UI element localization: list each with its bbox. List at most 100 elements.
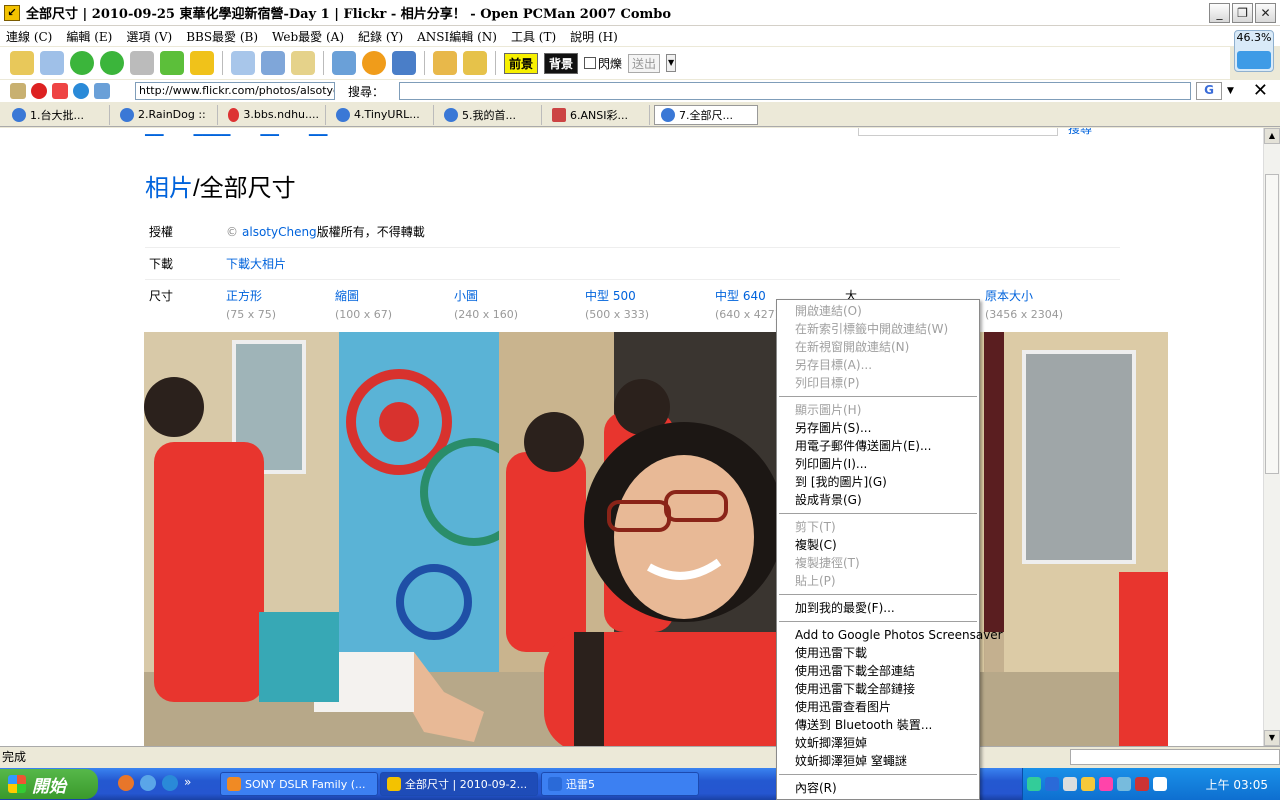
menu-bbs-favorites[interactable]: BBS最愛 (B) [186, 28, 258, 45]
menu-ansi-edit[interactable]: ANSI編輯 (N) [417, 28, 497, 45]
send-dropdown-icon[interactable]: ▼ [666, 54, 677, 72]
globe-icon[interactable] [73, 83, 89, 99]
new-connection-icon[interactable] [40, 51, 64, 75]
tab-7[interactable]: 7.全部尺... [654, 104, 758, 125]
tab-2[interactable]: 2.RainDog :: [114, 104, 218, 125]
size-small-link[interactable]: 小圖 [454, 287, 585, 304]
scroll-thumb[interactable] [1265, 174, 1279, 474]
blink-checkbox[interactable]: 閃爍 [584, 55, 622, 72]
nav-link[interactable]: ▁▁ [145, 128, 163, 136]
context-menu-item[interactable]: 複製(C) [777, 536, 979, 554]
network-icon[interactable] [1063, 777, 1077, 791]
owner-link[interactable]: alsotyCheng [242, 225, 317, 239]
context-menu-item[interactable]: 列印圖片(I)... [777, 455, 979, 473]
blink-checkbox-box[interactable] [584, 57, 597, 69]
refresh-icon[interactable] [160, 51, 184, 75]
foreground-color-button[interactable]: 前景 [504, 52, 539, 74]
menu-options[interactable]: 選項 (V) [126, 28, 172, 45]
security-icon[interactable] [1135, 777, 1149, 791]
tab-5[interactable]: 5.我的首... [438, 104, 542, 125]
context-menu-item[interactable]: 傳送到 Bluetooth 裝置... [777, 716, 979, 734]
home-icon[interactable] [10, 83, 26, 99]
back-icon[interactable] [70, 51, 94, 75]
ie-icon[interactable] [140, 775, 156, 791]
large-photo[interactable] [144, 332, 1168, 746]
search-input[interactable] [399, 82, 1192, 100]
display-icon[interactable] [1117, 777, 1131, 791]
close-button[interactable]: ✕ [1255, 3, 1276, 23]
pcman-app-icon[interactable]: ↙ [4, 4, 20, 21]
clipboard-icon[interactable] [291, 51, 315, 75]
tab-3[interactable]: 3.bbs.ndhu.... [222, 104, 326, 125]
stop-icon[interactable] [31, 83, 47, 99]
menu-edit[interactable]: 編輯 (E) [66, 28, 112, 45]
settings-gear-icon[interactable] [362, 51, 386, 75]
close-page-icon[interactable] [52, 83, 68, 99]
folder-icon[interactable] [1081, 777, 1095, 791]
google-search-icon[interactable]: G [1196, 82, 1223, 100]
size-thumbnail-link[interactable]: 縮圖 [335, 287, 454, 304]
task-xunlei[interactable]: 迅雷5 [541, 772, 699, 796]
task-sony-dslr[interactable]: SONY DSLR Family (... [220, 772, 378, 796]
messenger-icon[interactable] [1099, 777, 1113, 791]
context-menu-item[interactable]: 妏蚚揤澤狟婥 窒蠅謎 [777, 752, 979, 770]
flickr-search-button[interactable]: 搜尋 [1068, 128, 1092, 137]
context-menu-item[interactable]: 使用迅雷下載 [777, 644, 979, 662]
search-dropdown-icon[interactable]: ▼ [1227, 86, 1234, 96]
menu-help[interactable]: 說明 (H) [570, 28, 618, 45]
minimize-button[interactable]: _ [1209, 3, 1230, 23]
tab-4[interactable]: 4.TinyURL... [330, 104, 434, 125]
quick-launch-more-icon[interactable]: » [184, 775, 191, 791]
send-button[interactable]: 送出 [628, 53, 661, 73]
user-list-icon[interactable] [332, 51, 356, 75]
context-menu-item[interactable]: 使用迅雷下載全部鏈接 [777, 680, 979, 698]
menu-connection[interactable]: 連線 (C) [6, 28, 52, 45]
scroll-down-icon[interactable]: ▼ [1264, 730, 1280, 746]
size-square-link[interactable]: 正方形 [226, 287, 335, 304]
restore-button[interactable]: ❐ [1232, 3, 1253, 23]
start-button[interactable]: 開始 [0, 769, 98, 799]
connect-icon[interactable] [10, 51, 34, 75]
forward-icon[interactable] [100, 51, 124, 75]
ime-icon[interactable] [1027, 777, 1041, 791]
tray-arrow-icon[interactable] [1045, 777, 1059, 791]
edit-icon[interactable] [433, 51, 457, 75]
nav-link[interactable]: ▁▁ [260, 128, 278, 136]
context-menu-item[interactable]: 內容(R) [777, 779, 979, 797]
context-menu-item[interactable]: 妏蚚揤澤狟婥 [777, 734, 979, 752]
context-menu-item[interactable]: 用電子郵件傳送圖片(E)... [777, 437, 979, 455]
volume-icon[interactable] [1153, 777, 1167, 791]
windows-icon[interactable] [94, 83, 110, 99]
size-original-link[interactable]: 原本大小 [985, 287, 1095, 304]
context-menu-item[interactable]: 另存圖片(S)... [777, 419, 979, 437]
address-input[interactable]: http://www.flickr.com/photos/alsotych ▼ [135, 82, 335, 100]
size-medium-500-link[interactable]: 中型 500 [585, 287, 715, 304]
firefox-icon[interactable] [118, 775, 134, 791]
close-tab-icon[interactable]: ✕ [1253, 80, 1268, 101]
reconnect-icon[interactable] [130, 51, 154, 75]
paste-icon[interactable] [261, 51, 285, 75]
download-large-link[interactable]: 下載大相片 [226, 255, 1120, 272]
context-menu-item[interactable]: 到 [我的圖片](G) [777, 473, 979, 491]
nav-link[interactable]: ▁▁▁▁ [193, 128, 230, 136]
context-menu-item[interactable]: 加到我的最愛(F)... [777, 599, 979, 617]
scroll-up-icon[interactable]: ▲ [1264, 128, 1280, 144]
tab-6[interactable]: 6.ANSI彩... [546, 104, 650, 125]
menu-web-favorites[interactable]: Web最愛 (A) [272, 28, 344, 45]
window-icon[interactable] [392, 51, 416, 75]
tab-1[interactable]: 1.台大批... [6, 104, 110, 125]
globe-icon[interactable] [162, 775, 178, 791]
lock-icon[interactable] [463, 51, 487, 75]
menu-history[interactable]: 紀錄 (Y) [358, 28, 403, 45]
nav-link[interactable]: ▁▁ [309, 128, 327, 136]
context-menu-item[interactable]: Add to Google Photos Screensaver [777, 626, 1003, 644]
page-scrollbar[interactable]: ▲ ▼ [1263, 128, 1280, 746]
favorites-star-icon[interactable] [190, 51, 214, 75]
context-menu-item[interactable]: 設成背景(G) [777, 491, 979, 509]
context-menu-item[interactable]: 使用迅雷查看图片 [777, 698, 979, 716]
flickr-search-input[interactable] [858, 128, 1058, 136]
copy-icon[interactable] [231, 51, 255, 75]
context-menu-item[interactable]: 使用迅雷下載全部連結 [777, 662, 979, 680]
menu-tools[interactable]: 工具 (T) [511, 28, 556, 45]
task-flickr-page[interactable]: 全部尺寸 | 2010-09-2... [380, 772, 538, 796]
